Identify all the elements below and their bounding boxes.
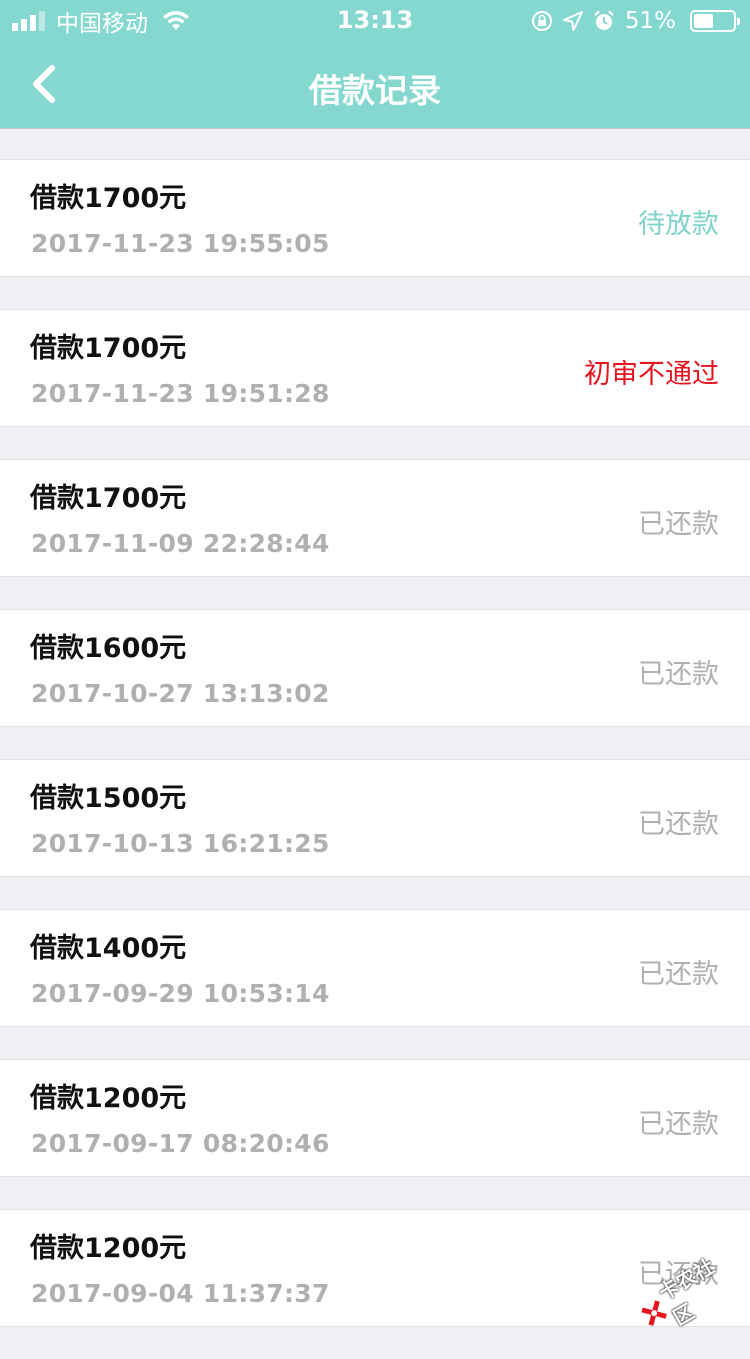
battery-icon bbox=[690, 10, 736, 32]
loan-amount: 借款1700元 bbox=[30, 476, 186, 515]
loan-timestamp: 2017-11-23 19:51:28 bbox=[31, 379, 330, 408]
navigation-bar: 借款记录 bbox=[0, 40, 750, 129]
loan-status: 已还款 bbox=[638, 652, 719, 691]
page-title: 借款记录 bbox=[0, 64, 750, 112]
loan-timestamp: 2017-11-23 19:55:05 bbox=[31, 229, 330, 258]
loan-record-row[interactable]: 借款1400元 2017-09-29 10:53:14 已还款 bbox=[0, 909, 750, 1027]
loan-amount: 借款1200元 bbox=[30, 1076, 186, 1115]
loan-amount: 借款1600元 bbox=[30, 626, 186, 665]
loan-record-row[interactable]: 借款1500元 2017-10-13 16:21:25 已还款 bbox=[0, 759, 750, 877]
loan-timestamp: 2017-10-13 16:21:25 bbox=[31, 829, 330, 858]
location-arrow-icon bbox=[563, 11, 583, 31]
loan-status: 已还款 bbox=[638, 502, 719, 541]
header: 中国移动 13:13 51% bbox=[0, 0, 750, 129]
battery-percent: 51% bbox=[625, 8, 676, 34]
status-bar: 中国移动 13:13 51% bbox=[0, 0, 750, 40]
loan-timestamp: 2017-10-27 13:13:02 bbox=[31, 679, 330, 708]
loan-record-row[interactable]: 借款1700元 2017-11-09 22:28:44 已还款 bbox=[0, 459, 750, 577]
loan-status: 初审不通过 bbox=[584, 352, 719, 391]
loan-timestamp: 2017-11-09 22:28:44 bbox=[31, 529, 330, 558]
loan-timestamp: 2017-09-04 11:37:37 bbox=[31, 1279, 330, 1308]
rotation-lock-icon bbox=[531, 10, 553, 32]
loan-record-row[interactable]: 借款1200元 2017-09-17 08:20:46 已还款 bbox=[0, 1059, 750, 1177]
loan-record-row[interactable]: 借款1700元 2017-11-23 19:55:05 待放款 bbox=[0, 159, 750, 277]
loan-status: 已还款 bbox=[638, 1102, 719, 1141]
status-right: 51% bbox=[531, 6, 736, 36]
loan-status: 已还款 bbox=[638, 952, 719, 991]
loan-timestamp: 2017-09-29 10:53:14 bbox=[31, 979, 330, 1008]
loan-record-row[interactable]: 借款1600元 2017-10-27 13:13:02 已还款 bbox=[0, 609, 750, 727]
loan-record-row[interactable]: 借款1700元 2017-11-23 19:51:28 初审不通过 bbox=[0, 309, 750, 427]
loan-timestamp: 2017-09-17 08:20:46 bbox=[31, 1129, 330, 1158]
loan-amount: 借款1200元 bbox=[30, 1226, 186, 1265]
loan-status: 待放款 bbox=[638, 202, 719, 241]
alarm-clock-icon bbox=[593, 10, 615, 32]
loan-amount: 借款1500元 bbox=[30, 776, 186, 815]
loan-amount: 借款1700元 bbox=[30, 326, 186, 365]
loan-record-list: 借款1700元2017-11-23 19:55:05待放款借款1700元2017… bbox=[0, 159, 750, 1359]
loan-amount: 借款1700元 bbox=[30, 176, 186, 215]
loan-status: 已还款 bbox=[638, 802, 719, 841]
loan-amount: 借款1400元 bbox=[30, 926, 186, 965]
